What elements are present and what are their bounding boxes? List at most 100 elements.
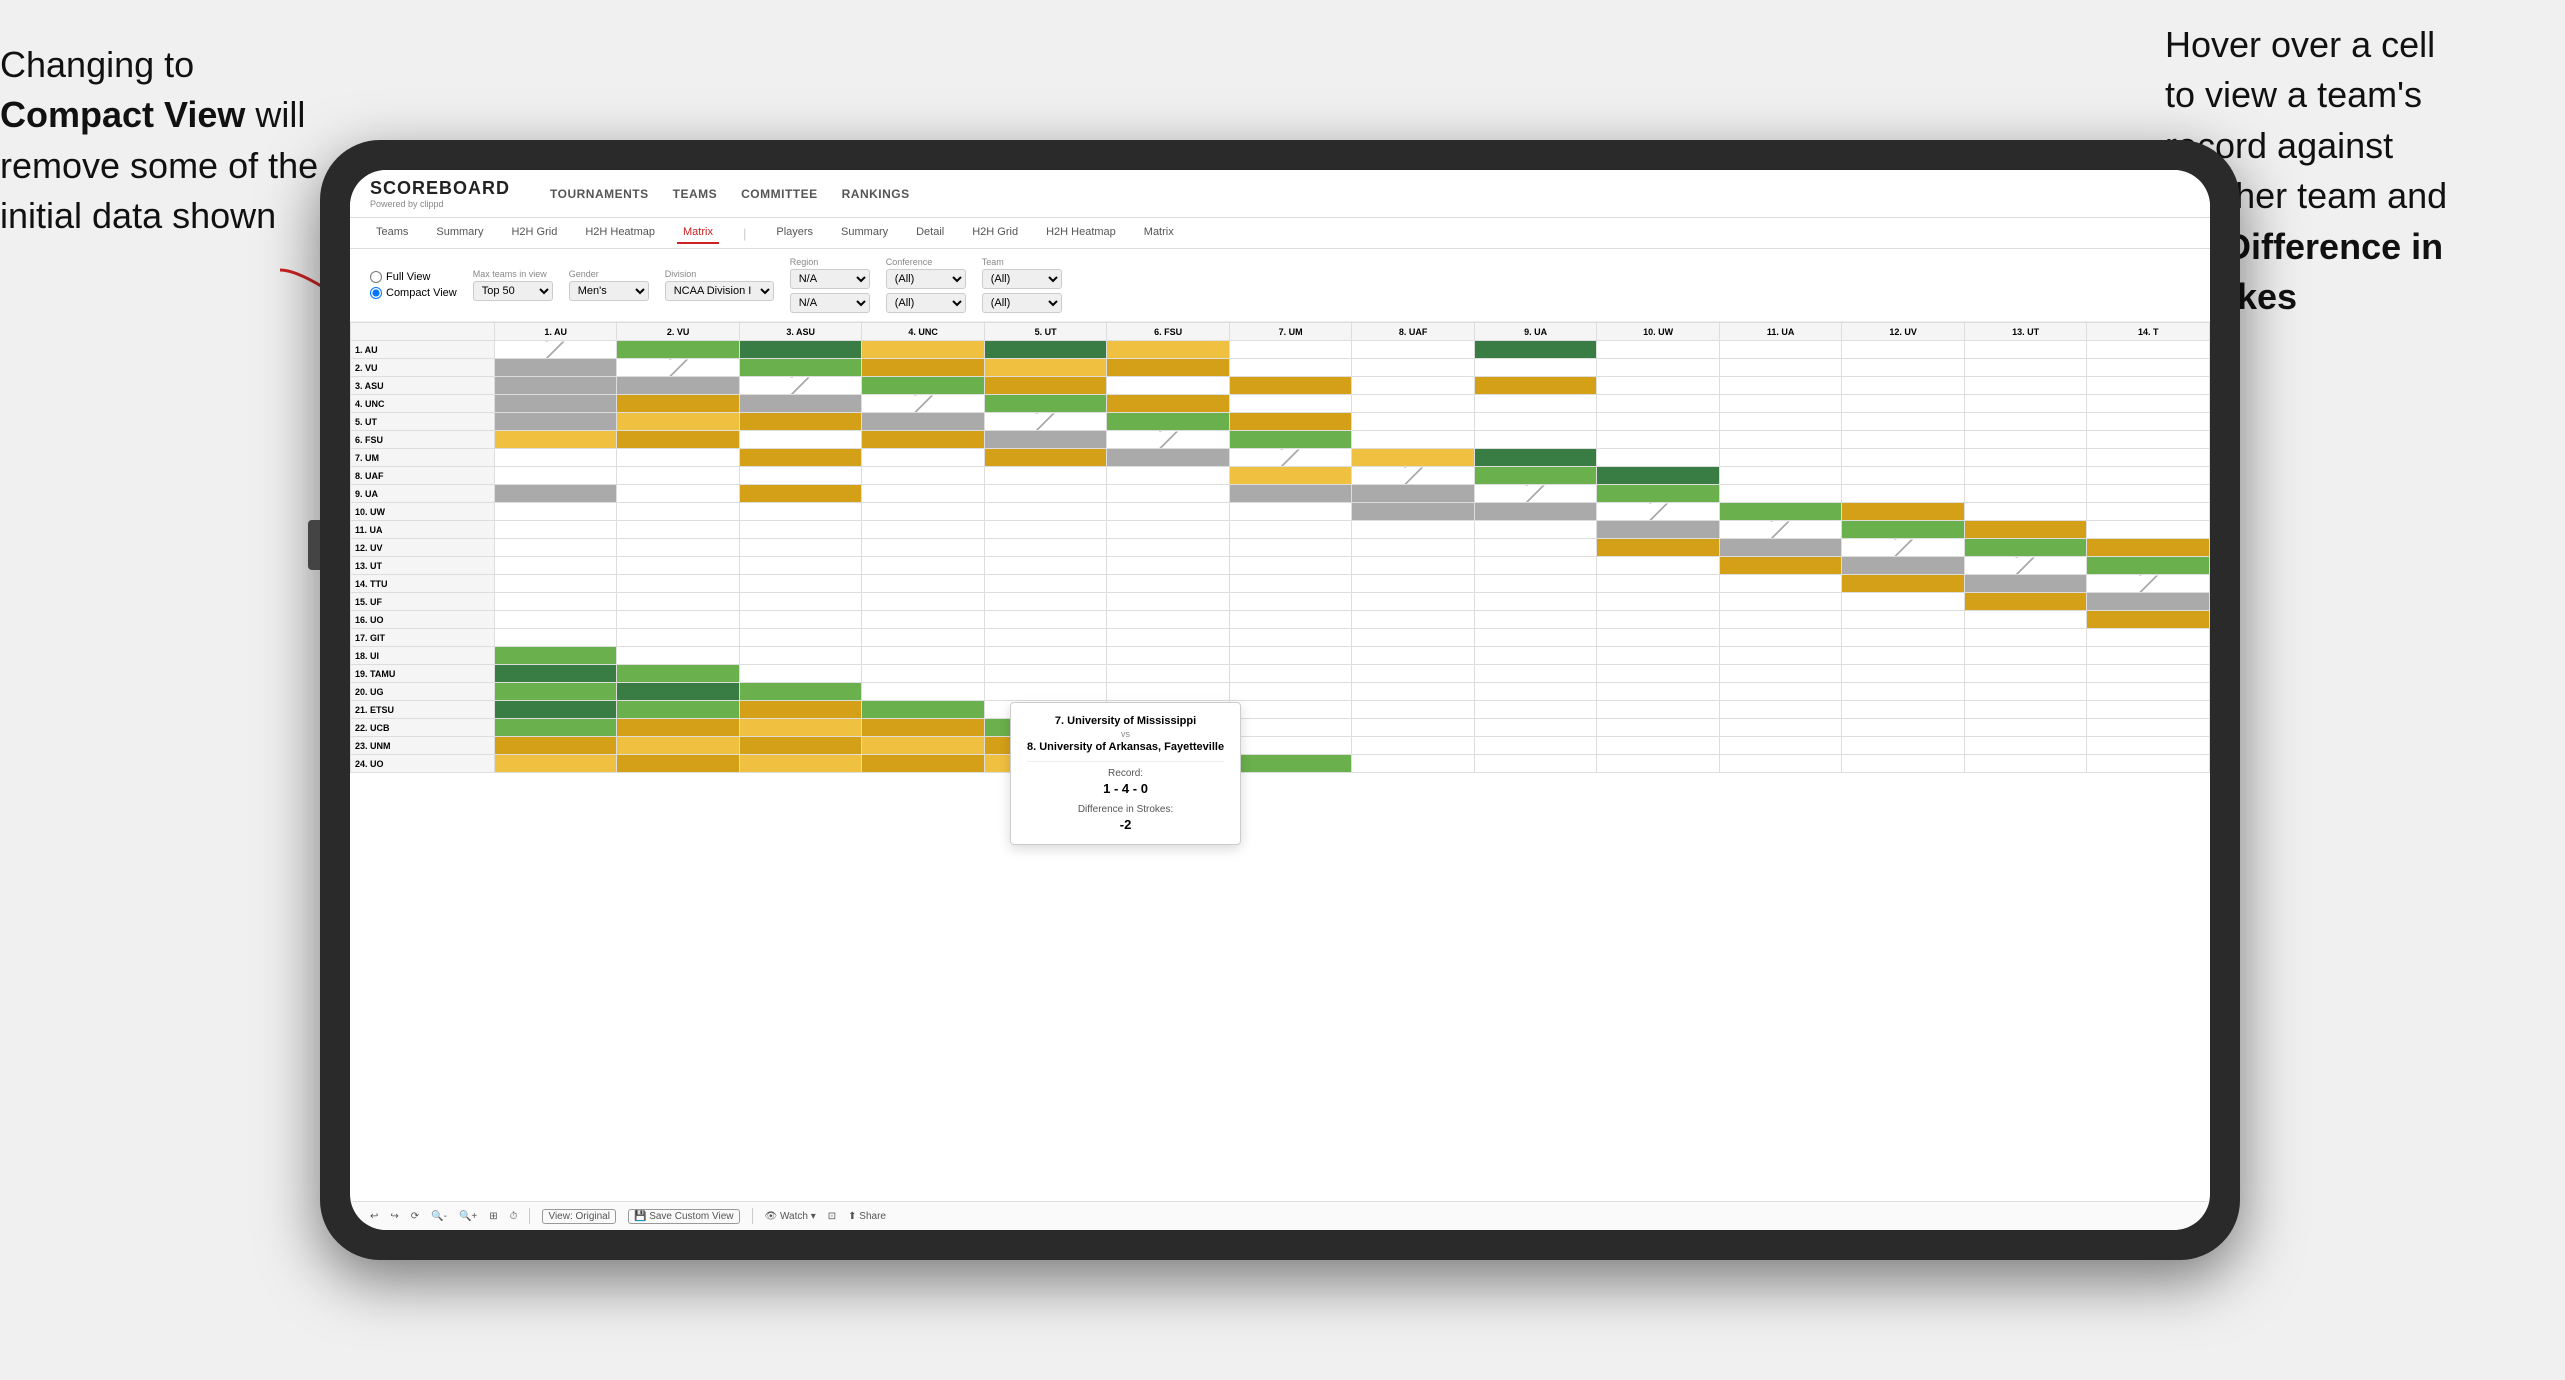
nav-tournaments[interactable]: TOURNAMENTS <box>550 183 649 205</box>
subnav-teams[interactable]: Teams <box>370 222 414 244</box>
table-cell[interactable] <box>739 521 862 539</box>
table-cell[interactable] <box>1842 413 1965 431</box>
table-cell[interactable] <box>1597 413 1720 431</box>
zoom-out-button[interactable]: 🔍- <box>431 1211 447 1222</box>
table-cell[interactable] <box>1719 719 1842 737</box>
table-cell[interactable] <box>1352 521 1475 539</box>
table-cell[interactable] <box>739 593 862 611</box>
table-cell[interactable] <box>739 611 862 629</box>
table-cell[interactable] <box>862 719 985 737</box>
table-cell[interactable] <box>739 395 862 413</box>
table-cell[interactable] <box>617 377 740 395</box>
conference-select[interactable]: (All) <box>886 269 966 289</box>
table-cell[interactable] <box>1352 359 1475 377</box>
table-cell[interactable] <box>739 701 862 719</box>
table-cell[interactable] <box>1719 665 1842 683</box>
subnav-h2h-heatmap-teams[interactable]: H2H Heatmap <box>579 222 661 244</box>
table-cell[interactable] <box>1597 395 1720 413</box>
table-cell[interactable] <box>1964 485 2087 503</box>
table-cell[interactable] <box>739 503 862 521</box>
table-cell[interactable] <box>494 665 617 683</box>
table-cell[interactable] <box>1474 521 1597 539</box>
table-cell[interactable] <box>1964 737 2087 755</box>
table-cell[interactable] <box>1474 593 1597 611</box>
nav-committee[interactable]: COMMITTEE <box>741 183 818 205</box>
table-cell[interactable] <box>1964 629 2087 647</box>
table-cell[interactable] <box>494 557 617 575</box>
subnav-h2h-heatmap-players[interactable]: H2H Heatmap <box>1040 222 1122 244</box>
zoom-in-button[interactable]: 🔍+ <box>459 1211 477 1222</box>
table-cell[interactable] <box>1474 737 1597 755</box>
subnav-matrix-players[interactable]: Matrix <box>1138 222 1180 244</box>
table-cell[interactable] <box>1352 647 1475 665</box>
table-cell[interactable] <box>1719 431 1842 449</box>
table-cell[interactable] <box>862 755 985 773</box>
table-cell[interactable] <box>1474 719 1597 737</box>
table-cell[interactable] <box>1719 575 1842 593</box>
table-cell[interactable] <box>1719 593 1842 611</box>
table-cell[interactable] <box>1352 341 1475 359</box>
table-cell[interactable] <box>1229 665 1352 683</box>
table-cell[interactable] <box>1597 593 1720 611</box>
table-cell[interactable] <box>1597 359 1720 377</box>
table-cell[interactable] <box>617 647 740 665</box>
table-cell[interactable] <box>1597 719 1720 737</box>
table-cell[interactable] <box>1719 521 1842 539</box>
table-cell[interactable] <box>1597 431 1720 449</box>
table-cell[interactable] <box>617 485 740 503</box>
table-cell[interactable] <box>1597 377 1720 395</box>
table-cell[interactable] <box>1719 395 1842 413</box>
table-cell[interactable] <box>1229 755 1352 773</box>
table-cell[interactable] <box>494 539 617 557</box>
embed-button[interactable]: ⊡ <box>828 1211 836 1222</box>
table-cell[interactable] <box>1964 701 2087 719</box>
table-cell[interactable] <box>1107 341 1230 359</box>
table-cell[interactable] <box>1597 539 1720 557</box>
table-cell[interactable] <box>1964 665 2087 683</box>
table-cell[interactable] <box>1842 575 1965 593</box>
table-cell[interactable] <box>494 395 617 413</box>
table-cell[interactable] <box>1229 629 1352 647</box>
table-cell[interactable] <box>617 539 740 557</box>
table-cell[interactable] <box>1229 593 1352 611</box>
region-select[interactable]: N/A <box>790 269 870 289</box>
table-cell[interactable] <box>739 431 862 449</box>
table-cell[interactable] <box>1597 449 1720 467</box>
table-cell[interactable] <box>617 557 740 575</box>
table-cell[interactable] <box>984 377 1107 395</box>
table-cell[interactable] <box>1842 719 1965 737</box>
table-cell[interactable] <box>2087 467 2210 485</box>
table-cell[interactable] <box>2087 665 2210 683</box>
table-cell[interactable] <box>1107 593 1230 611</box>
table-cell[interactable] <box>617 449 740 467</box>
table-cell[interactable] <box>984 449 1107 467</box>
table-cell[interactable] <box>1352 719 1475 737</box>
table-cell[interactable] <box>1229 539 1352 557</box>
table-cell[interactable] <box>739 755 862 773</box>
table-cell[interactable] <box>494 467 617 485</box>
table-cell[interactable] <box>1842 521 1965 539</box>
full-view-radio[interactable] <box>370 271 382 283</box>
table-cell[interactable] <box>1107 413 1230 431</box>
table-cell[interactable] <box>617 467 740 485</box>
table-cell[interactable] <box>1474 485 1597 503</box>
table-cell[interactable] <box>1107 647 1230 665</box>
table-cell[interactable] <box>494 359 617 377</box>
table-cell[interactable] <box>984 413 1107 431</box>
table-cell[interactable] <box>1597 629 1720 647</box>
table-cell[interactable] <box>494 629 617 647</box>
table-cell[interactable] <box>2087 521 2210 539</box>
table-cell[interactable] <box>1352 431 1475 449</box>
table-cell[interactable] <box>1229 611 1352 629</box>
table-cell[interactable] <box>862 575 985 593</box>
table-cell[interactable] <box>494 431 617 449</box>
table-cell[interactable] <box>2087 647 2210 665</box>
table-cell[interactable] <box>1229 557 1352 575</box>
nav-teams[interactable]: TEAMS <box>673 183 718 205</box>
table-cell[interactable] <box>862 521 985 539</box>
compact-view-option[interactable]: Compact View <box>370 287 457 299</box>
table-cell[interactable] <box>2087 719 2210 737</box>
table-cell[interactable] <box>739 485 862 503</box>
table-cell[interactable] <box>1597 683 1720 701</box>
table-cell[interactable] <box>617 755 740 773</box>
